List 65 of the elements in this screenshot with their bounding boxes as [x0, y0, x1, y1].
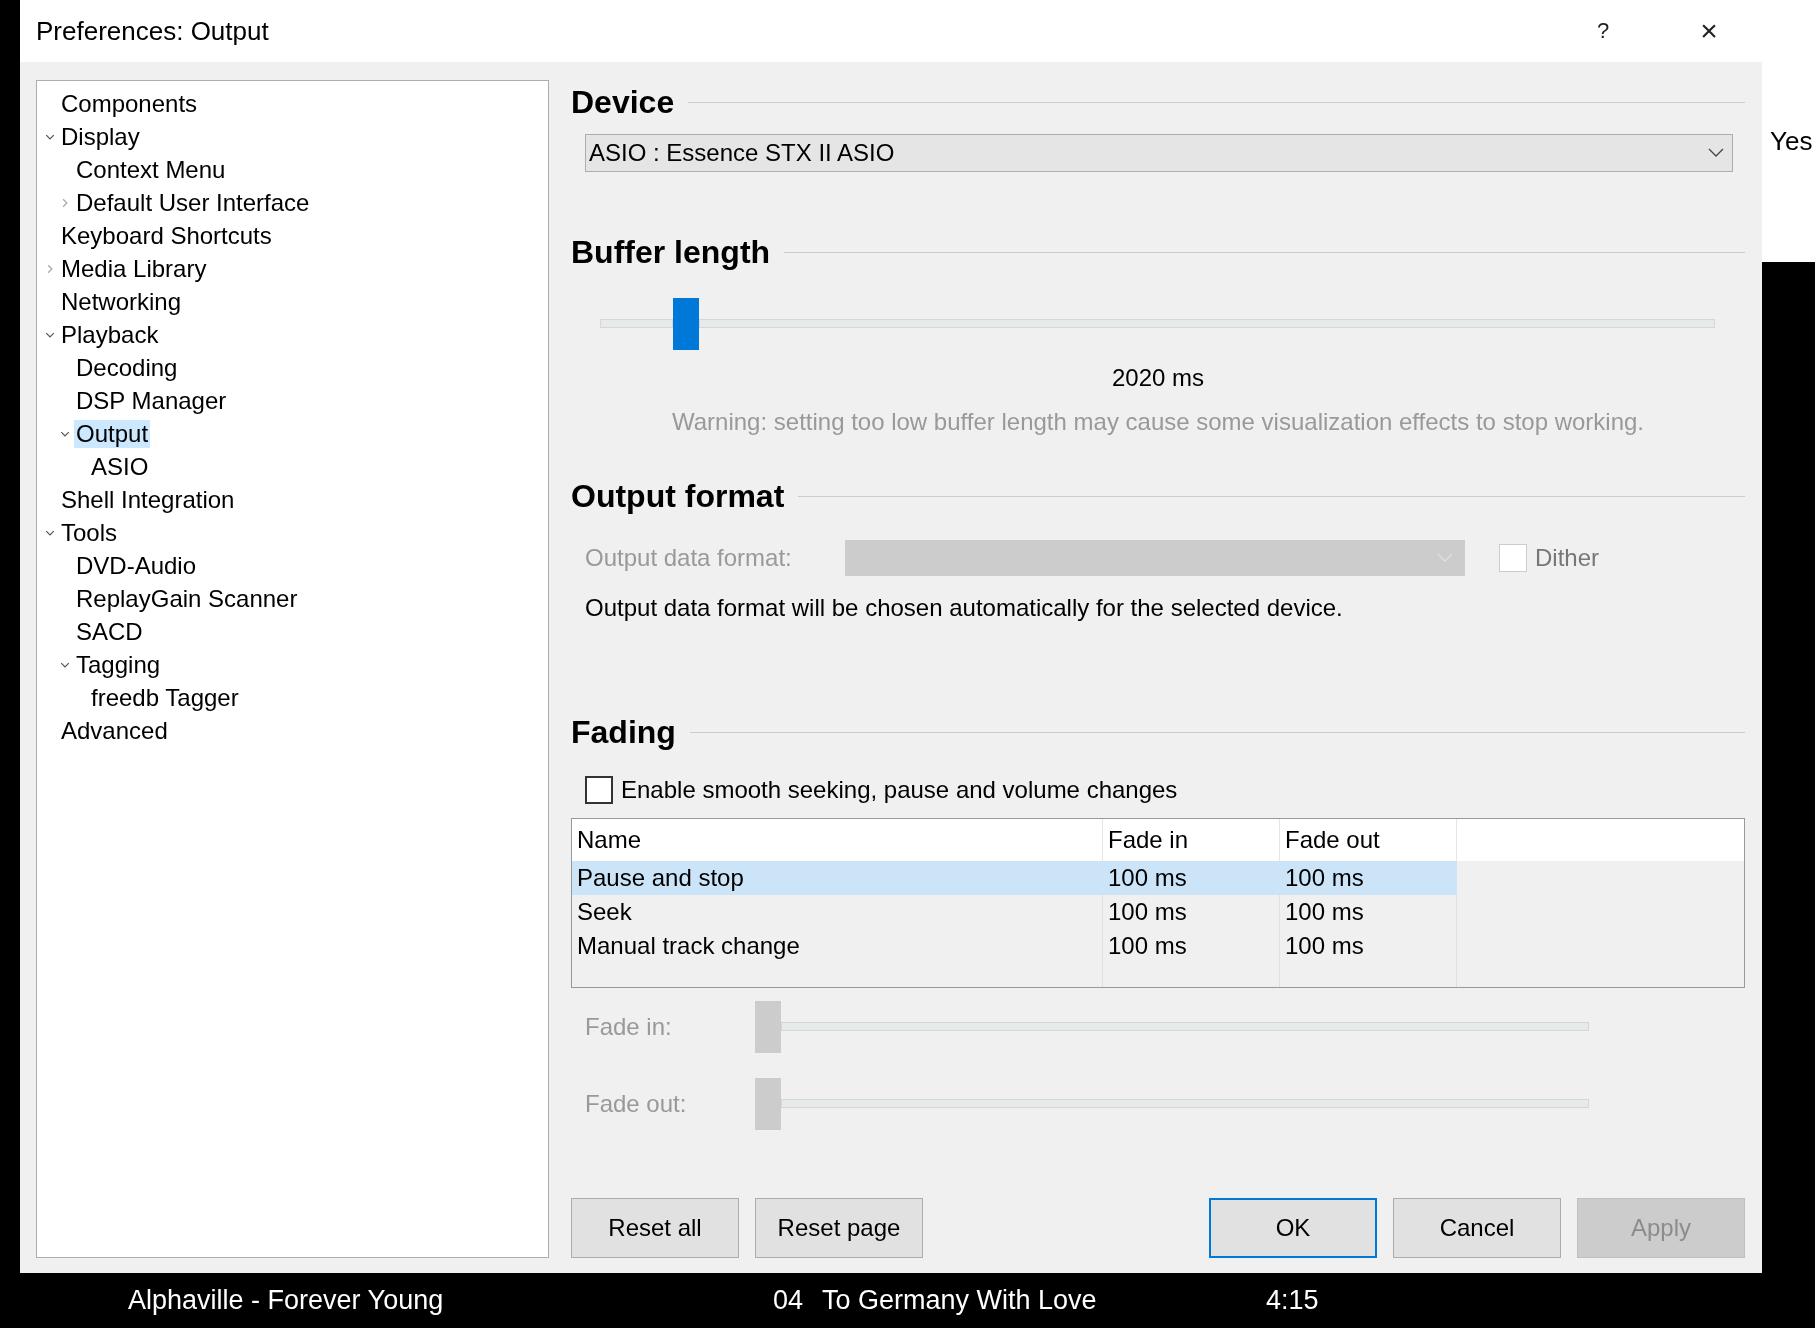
slider[interactable]	[755, 1076, 1589, 1131]
slider[interactable]	[755, 999, 1589, 1054]
tree-item[interactable]: Media Library	[59, 254, 209, 283]
slider-label: Fade out:	[585, 1089, 688, 1118]
tree-item[interactable]: Context Menu	[74, 155, 228, 184]
tree-item[interactable]: Tagging	[74, 650, 163, 679]
tree-item[interactable]: ASIO	[89, 452, 151, 481]
tree-item[interactable]: DSP Manager	[74, 386, 229, 415]
section-heading: Fading	[571, 713, 676, 751]
dialog-button[interactable]: OK	[1209, 1198, 1377, 1258]
tree-item[interactable]: Advanced	[59, 716, 170, 745]
track-artist-title: Alphaville - Forever Young	[128, 1285, 444, 1316]
buffer-value: 2020 ms	[1111, 364, 1205, 392]
table-cell-text: 100 ms	[1107, 898, 1188, 926]
tree-item[interactable]: Networking	[59, 287, 184, 316]
section-heading: Device	[571, 83, 675, 121]
checkbox[interactable]	[585, 776, 613, 804]
cell-text: Yes	[1770, 126, 1813, 157]
tree-item[interactable]: Keyboard Shortcuts	[59, 221, 274, 250]
table-cell-text: 100 ms	[1284, 932, 1365, 960]
tree-item[interactable]: freedb Tagger	[89, 683, 241, 712]
checkbox-label: Enable smooth seeking, pause and volume changes	[621, 776, 1178, 804]
slider[interactable]	[600, 297, 1715, 351]
window-title: Preferences: Output	[36, 15, 270, 47]
tree-item[interactable]: Components	[59, 89, 200, 118]
table-cell-text: Manual track change	[576, 932, 801, 960]
dialog-button[interactable]: Cancel	[1393, 1198, 1561, 1258]
close-button[interactable]: ×	[1656, 0, 1762, 62]
tree-item[interactable]: Tools	[59, 518, 120, 547]
track-number: 04	[773, 1285, 804, 1316]
table-cell-text: Seek	[576, 898, 633, 926]
track-time: 4:15	[1266, 1285, 1319, 1316]
section-heading: Output format	[571, 477, 785, 515]
dialog-button[interactable]: Reset all	[571, 1198, 739, 1258]
tree-item[interactable]: DVD-Audio	[74, 551, 199, 580]
tree-item[interactable]: Output	[74, 419, 151, 448]
table-cell-text: 100 ms	[1107, 932, 1188, 960]
table-row[interactable]: Seek 100 ms 100 ms	[572, 895, 1457, 929]
table-cell-text: 100 ms	[1284, 864, 1365, 892]
dialog-button[interactable]: Reset page	[755, 1198, 923, 1258]
table-cell-text: Pause and stop	[576, 864, 745, 892]
table-cell-text: 100 ms	[1284, 898, 1365, 926]
chevron-right-icon[interactable]	[60, 197, 70, 208]
chevron-right-icon[interactable]	[45, 263, 55, 274]
table-cell-text: 100 ms	[1107, 864, 1188, 892]
tree-item[interactable]: Default User Interface	[74, 188, 312, 217]
slider-label: Fade in:	[585, 1012, 673, 1041]
checkbox-label: Dither	[1535, 544, 1600, 572]
tree-item[interactable]: Display	[59, 122, 142, 151]
device-dropdown[interactable]: ASIO : Essence STX II ASIO	[585, 134, 1733, 172]
section-heading: Buffer length	[571, 233, 771, 271]
slider-thumb[interactable]	[672, 298, 699, 350]
table-row[interactable]: Pause and stop 100 ms 100 ms	[572, 861, 1457, 895]
track-title: To Germany With Love	[822, 1285, 1097, 1316]
table-row[interactable]: Manual track change 100 ms 100 ms	[572, 929, 1457, 963]
tree-item[interactable]: ReplayGain Scanner	[74, 584, 300, 613]
tree-item[interactable]: Shell Integration	[59, 485, 237, 514]
chevron-down-icon	[1708, 148, 1724, 158]
field-label: Output data format:	[585, 544, 793, 572]
help-button[interactable]: ?	[1550, 0, 1656, 62]
info-text: Output data format will be chosen automatically for the selected device.	[584, 594, 1344, 622]
tree-item[interactable]: Playback	[59, 320, 161, 349]
warning-text: Warning: setting too low buffer length may cause some visualization effects to stop working.	[671, 408, 1645, 436]
tree-item[interactable]: SACD	[74, 617, 145, 646]
tree-item[interactable]: Decoding	[74, 353, 180, 382]
